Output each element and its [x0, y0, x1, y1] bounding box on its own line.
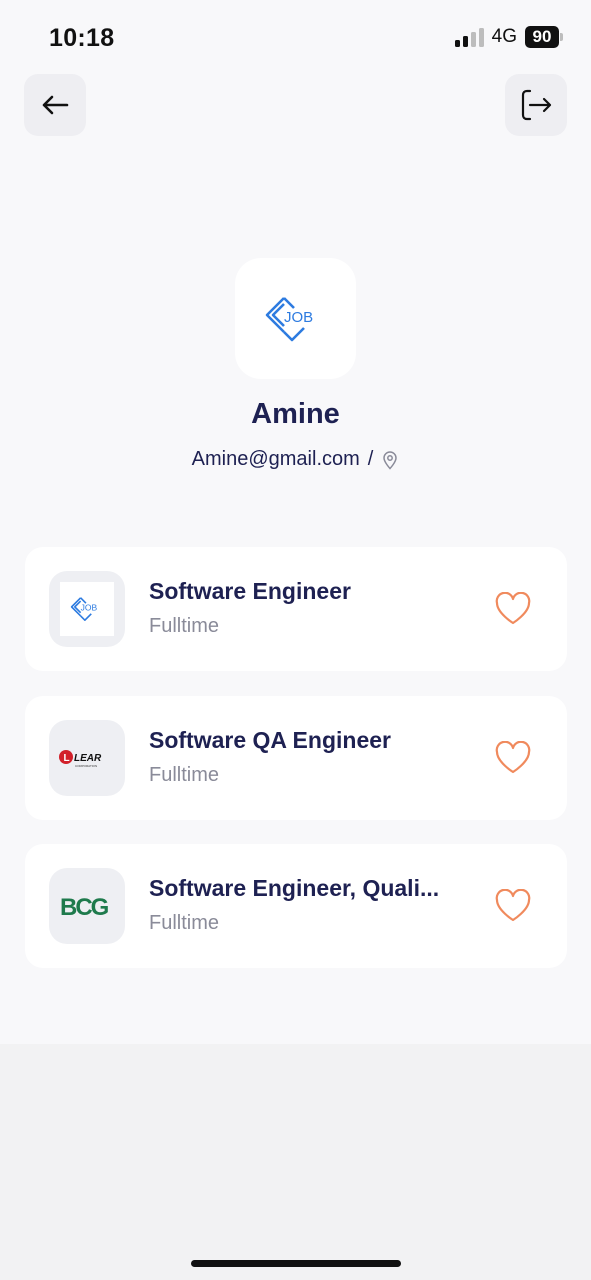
job-type: Fulltime: [149, 615, 220, 637]
heart-icon: [495, 889, 531, 922]
home-indicator: [191, 1260, 401, 1267]
favorite-button[interactable]: [493, 738, 533, 778]
svg-text:JOB: JOB: [284, 309, 313, 326]
profile-contact: Amine@gmail.com /: [0, 448, 591, 471]
favorite-button[interactable]: [493, 886, 533, 926]
job-logo: JOB: [70, 597, 98, 621]
svg-text:BCG: BCG: [60, 894, 109, 919]
back-button[interactable]: [24, 74, 86, 136]
job-card[interactable]: JOB Software Engineer Fulltime: [25, 547, 567, 671]
favorite-button[interactable]: [493, 589, 533, 629]
bcg-logo: BCG: [60, 894, 111, 919]
map-pin-icon: [383, 450, 398, 470]
screen: 10:18 4G 90 JOB Amine Amine@gmail.com / …: [0, 0, 591, 1044]
battery-icon: 90: [525, 26, 563, 48]
job-title: Software Engineer, Quali...: [149, 875, 440, 901]
signal-icon: [454, 27, 484, 47]
status-time: 10:18: [49, 24, 115, 52]
svg-text:CORPORATION: CORPORATION: [75, 764, 97, 768]
job-card[interactable]: BCG Software Engineer, Quali... Fulltime: [25, 844, 567, 968]
logout-icon: [521, 89, 552, 121]
svg-text:L: L: [64, 753, 70, 764]
profile-name: Amine: [251, 398, 340, 430]
separator: /: [367, 448, 374, 470]
job-title: Software Engineer: [149, 578, 351, 604]
profile-email: Amine@gmail.com: [191, 448, 360, 470]
job-type: Fulltime: [149, 764, 220, 786]
company-logo: BCG: [49, 868, 125, 944]
job-card[interactable]: L LEAR CORPORATION Software QA Engineer …: [25, 696, 567, 820]
svg-text:JOB: JOB: [81, 603, 98, 613]
network-label: 4G: [491, 26, 517, 47]
job-type: Fulltime: [149, 912, 220, 934]
company-logo: JOB: [49, 571, 125, 647]
heart-icon: [495, 741, 531, 774]
battery-level: 90: [525, 26, 559, 48]
lear-logo: L LEAR CORPORATION: [59, 750, 102, 768]
profile-avatar: JOB: [235, 258, 356, 379]
svg-text:LEAR: LEAR: [74, 753, 102, 764]
logout-button[interactable]: [505, 74, 567, 136]
job-logo: JOB: [265, 296, 313, 341]
job-title: Software QA Engineer: [149, 727, 391, 753]
status-indicators: 4G 90: [454, 26, 563, 48]
company-logo: L LEAR CORPORATION: [49, 720, 125, 796]
heart-icon: [495, 592, 531, 625]
arrow-left-icon: [42, 95, 69, 115]
